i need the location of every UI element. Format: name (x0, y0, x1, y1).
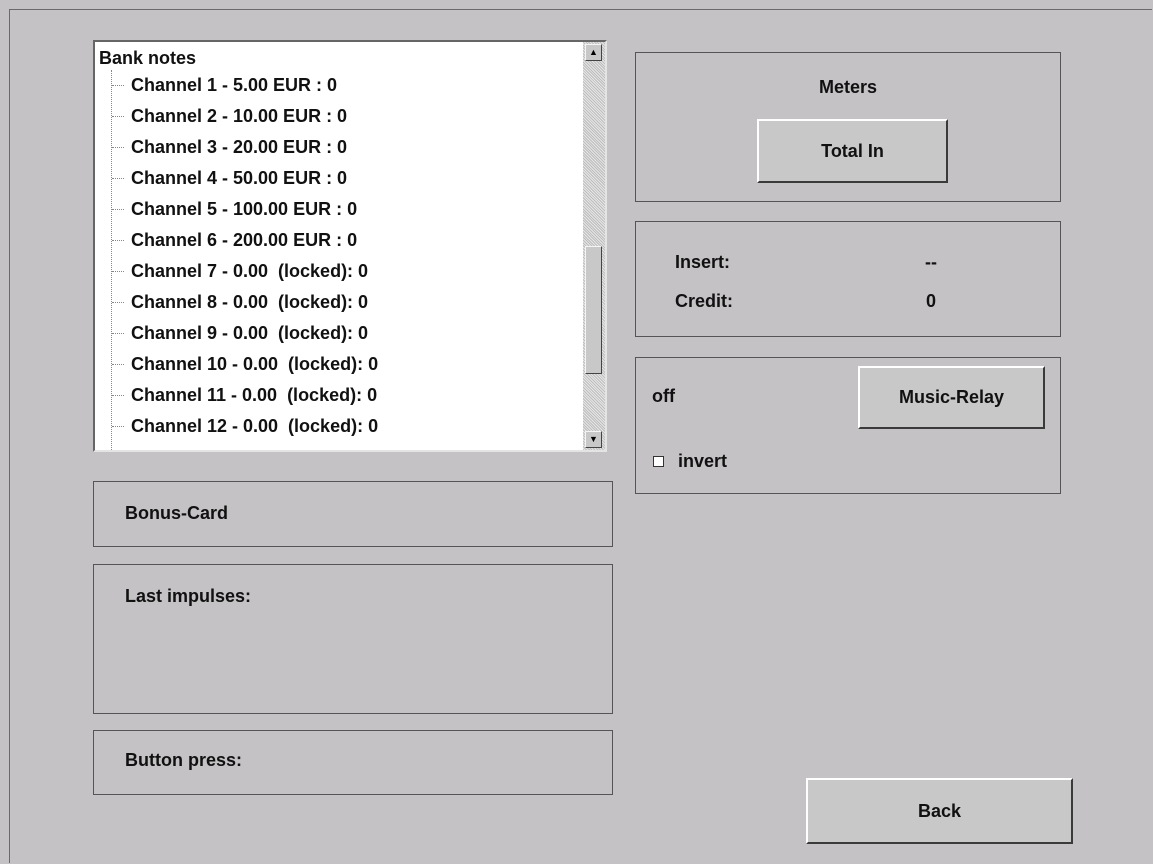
relay-state: off (652, 386, 675, 406)
tree-item-channel-12[interactable]: Channel 12 - 0.00 (locked): 0 (95, 411, 583, 442)
total-in-button[interactable]: Total In (757, 119, 948, 183)
triangle-down-icon: ▼ (589, 434, 598, 444)
tree-item-channel-10[interactable]: Channel 10 - 0.00 (locked): 0 (95, 349, 583, 380)
tree-root-bank-notes[interactable]: Bank notes (99, 47, 196, 69)
meters-title: Meters (818, 77, 878, 97)
tree-item-channel-2[interactable]: Channel 2 - 10.00 EUR : 0 (95, 101, 583, 132)
back-button[interactable]: Back (806, 778, 1073, 844)
bonus-card-label: Bonus-Card (125, 503, 228, 523)
tree-item-channel-4[interactable]: Channel 4 - 50.00 EUR : 0 (95, 163, 583, 194)
triangle-up-icon: ▲ (589, 47, 598, 57)
tree-item-channel-3[interactable]: Channel 3 - 20.00 EUR : 0 (95, 132, 583, 163)
tree-items: Channel 1 - 5.00 EUR : 0 Channel 2 - 10.… (95, 70, 583, 442)
tree-item-channel-5[interactable]: Channel 5 - 100.00 EUR : 0 (95, 194, 583, 225)
tree-item-channel-1[interactable]: Channel 1 - 5.00 EUR : 0 (95, 70, 583, 101)
meters-panel: Meters Total In (635, 52, 1061, 202)
credit-label: Credit: (675, 291, 733, 311)
music-relay-button[interactable]: Music-Relay (858, 366, 1045, 429)
button-press-panel: Button press: (93, 730, 613, 795)
insert-label: Insert: (675, 252, 731, 272)
tree-item-channel-11[interactable]: Channel 11 - 0.00 (locked): 0 (95, 380, 583, 411)
credit-value: 0 (925, 291, 936, 311)
tree-item-channel-6[interactable]: Channel 6 - 200.00 EUR : 0 (95, 225, 583, 256)
bank-notes-tree[interactable]: Bank notes Channel 1 - 5.00 EUR : 0 Chan… (93, 40, 607, 452)
tree-scrollbar[interactable]: ▲ ▼ (583, 42, 605, 450)
invert-checkbox[interactable] (653, 456, 664, 467)
tree-item-channel-9[interactable]: Channel 9 - 0.00 (locked): 0 (95, 318, 583, 349)
scroll-down-button[interactable]: ▼ (585, 431, 602, 448)
last-impulses-panel: Last impulses: (93, 564, 613, 714)
tree-content: Bank notes Channel 1 - 5.00 EUR : 0 Chan… (95, 42, 583, 450)
scrollbar-thumb[interactable] (585, 246, 602, 374)
music-relay-panel: off Music-Relay invert (635, 357, 1061, 494)
scroll-up-button[interactable]: ▲ (585, 44, 602, 61)
button-press-label: Button press: (125, 750, 242, 770)
insert-value: -- (925, 252, 937, 272)
invert-label[interactable]: invert (678, 451, 727, 472)
bonus-card-panel: Bonus-Card (93, 481, 613, 547)
tree-item-channel-7[interactable]: Channel 7 - 0.00 (locked): 0 (95, 256, 583, 287)
tree-item-channel-8[interactable]: Channel 8 - 0.00 (locked): 0 (95, 287, 583, 318)
status-panel: Insert: -- Credit: 0 (635, 221, 1061, 337)
last-impulses-label: Last impulses: (125, 586, 252, 606)
